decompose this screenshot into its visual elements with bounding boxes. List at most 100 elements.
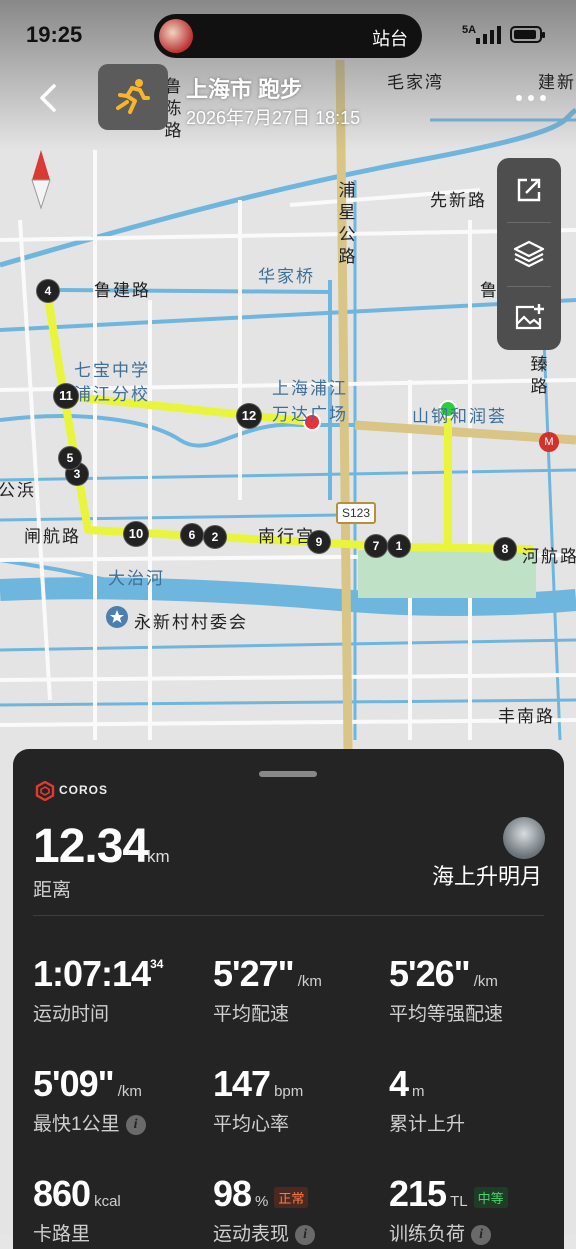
stat-value: 4 bbox=[389, 1063, 409, 1104]
map-label: 山钢和润荟 bbox=[412, 407, 507, 426]
stat-label: 平均等强配速 bbox=[389, 1004, 504, 1025]
user-avatar[interactable] bbox=[503, 817, 545, 859]
dynamic-island-pill[interactable]: 站台 bbox=[154, 14, 422, 58]
km-marker[interactable]: 7 bbox=[365, 535, 387, 557]
km-marker[interactable]: 8 bbox=[494, 538, 516, 560]
stat-unit: % bbox=[255, 1193, 269, 1210]
share-icon bbox=[517, 178, 541, 202]
image-add-icon bbox=[515, 304, 544, 330]
stat-unit: kcal bbox=[94, 1193, 121, 1210]
stat-label: 运动时间 bbox=[33, 1004, 110, 1025]
map-toolbar bbox=[497, 158, 561, 350]
status-badge: 中等 bbox=[473, 1187, 508, 1209]
more-options-icon[interactable] bbox=[514, 88, 548, 108]
map-label: 浦江分校 bbox=[74, 385, 150, 404]
stat-value: 147 bbox=[213, 1063, 271, 1104]
info-icon[interactable]: i bbox=[125, 1114, 146, 1135]
map-label: 毛家湾 bbox=[387, 73, 444, 92]
map-label: 河航路 bbox=[522, 547, 576, 566]
stat-value: 1:07:14 bbox=[33, 953, 151, 994]
km-marker[interactable]: 5 bbox=[59, 447, 81, 469]
map-label: 万达广场 bbox=[272, 405, 348, 424]
map-label: 大治河 bbox=[108, 569, 165, 588]
compass-icon[interactable] bbox=[28, 148, 54, 210]
layers-button[interactable] bbox=[497, 222, 561, 286]
distance-label: 距离 bbox=[33, 880, 72, 901]
km-marker[interactable]: 1 bbox=[388, 535, 410, 557]
stat-unit: m bbox=[412, 1083, 425, 1100]
km-marker[interactable]: 9 bbox=[308, 531, 330, 553]
stat-label: 平均配速 bbox=[213, 1004, 290, 1025]
stat-duration: 1:07:1434 运动时间 bbox=[33, 953, 163, 1026]
poi-location-icon[interactable] bbox=[106, 606, 128, 628]
stat-value: 5'09" bbox=[33, 1063, 115, 1104]
username[interactable]: 海上升明月 bbox=[432, 859, 542, 891]
distance-unit: km bbox=[147, 847, 170, 866]
stat-training-load: 215 TL 中等 训练负荷 i bbox=[389, 1173, 508, 1246]
stat-calories: 860 kcal 卡路里 bbox=[33, 1173, 121, 1246]
pill-avatar bbox=[159, 19, 193, 53]
stat-unit: /km bbox=[297, 973, 322, 990]
signal-bars-icon bbox=[476, 26, 501, 44]
stat-label: 运动表现 bbox=[213, 1224, 290, 1245]
share-button[interactable] bbox=[497, 158, 561, 222]
km-marker[interactable]: 2 bbox=[204, 526, 226, 548]
layers-icon bbox=[513, 240, 545, 268]
stat-fastest-km: 5'09"/km 最快1公里 i bbox=[33, 1063, 146, 1136]
map-label: 七宝中学 bbox=[74, 361, 150, 380]
map-label: 公浜 bbox=[0, 481, 36, 500]
stat-unit: bpm bbox=[274, 1083, 304, 1100]
info-icon[interactable]: i bbox=[295, 1224, 316, 1245]
stat-label: 训练负荷 bbox=[389, 1224, 466, 1245]
info-icon[interactable]: i bbox=[471, 1224, 492, 1245]
drag-handle[interactable] bbox=[259, 771, 317, 777]
metro-icon: M bbox=[539, 432, 559, 452]
pill-label: 站台 bbox=[372, 29, 408, 49]
map-label: 先新路 bbox=[430, 191, 487, 210]
battery-icon bbox=[510, 26, 545, 43]
km-marker[interactable]: 12 bbox=[237, 404, 261, 428]
km-marker[interactable]: 6 bbox=[181, 524, 203, 546]
map-label: 丰南路 bbox=[498, 707, 555, 726]
activity-datetime: 2026年7月27日 18:15 bbox=[186, 108, 361, 128]
stat-label: 最快1公里 bbox=[33, 1114, 120, 1135]
page-title: 上海市 跑步 bbox=[186, 77, 303, 102]
coros-logo-icon bbox=[35, 780, 55, 802]
stat-value: 5'26" bbox=[389, 953, 471, 994]
stat-performance: 98% 正常 运动表现 i bbox=[213, 1173, 316, 1246]
km-marker[interactable]: 4 bbox=[37, 280, 59, 302]
map-label-vertical: 浦星公路 bbox=[338, 181, 356, 266]
status-badge: 正常 bbox=[274, 1187, 309, 1209]
stat-unit: /km bbox=[117, 1083, 142, 1100]
distance-value: 12.34 bbox=[33, 820, 149, 873]
stat-unit: TL bbox=[450, 1193, 468, 1210]
map-label: 鲁建路 bbox=[94, 281, 151, 300]
stat-label: 平均心率 bbox=[213, 1114, 290, 1135]
back-arrow-icon[interactable] bbox=[30, 80, 66, 116]
brand-logo: COROS bbox=[35, 780, 107, 802]
map-label: 南行宫 bbox=[258, 527, 315, 546]
brand-name: COROS bbox=[59, 783, 109, 797]
stat-value: 860 bbox=[33, 1173, 91, 1214]
stat-sup: 34 bbox=[150, 957, 164, 971]
add-image-button[interactable] bbox=[497, 286, 561, 350]
activity-summary-panel[interactable]: COROS 12.34 km 距离 海上升明月 1:07:1434 运动时间 5… bbox=[13, 749, 564, 1249]
stat-avg-heart-rate: 147 bpm 平均心率 bbox=[213, 1063, 303, 1136]
stat-value: 5'27" bbox=[213, 953, 295, 994]
map-label: 华家桥 bbox=[258, 267, 315, 286]
km-marker[interactable]: 10 bbox=[124, 522, 148, 546]
status-time: 19:25 bbox=[26, 22, 83, 47]
road-shield: S123 bbox=[336, 502, 376, 524]
network-label: 5A bbox=[462, 24, 477, 36]
map-label: 上海浦江 bbox=[272, 379, 348, 398]
map-label: 永新村村委会 bbox=[134, 613, 248, 632]
running-activity-icon bbox=[98, 64, 168, 130]
km-marker[interactable]: 11 bbox=[54, 384, 78, 408]
stat-avg-pace: 5'27"/km 平均配速 bbox=[213, 953, 322, 1026]
stat-adjusted-pace: 5'26"/km 平均等强配速 bbox=[389, 953, 503, 1026]
stat-unit: /km bbox=[473, 973, 498, 990]
status-bar: 19:25 站台 5A bbox=[0, 0, 576, 64]
stat-label: 卡路里 bbox=[33, 1224, 91, 1245]
stat-label: 累计上升 bbox=[389, 1114, 466, 1135]
stat-value: 215 bbox=[389, 1173, 447, 1214]
